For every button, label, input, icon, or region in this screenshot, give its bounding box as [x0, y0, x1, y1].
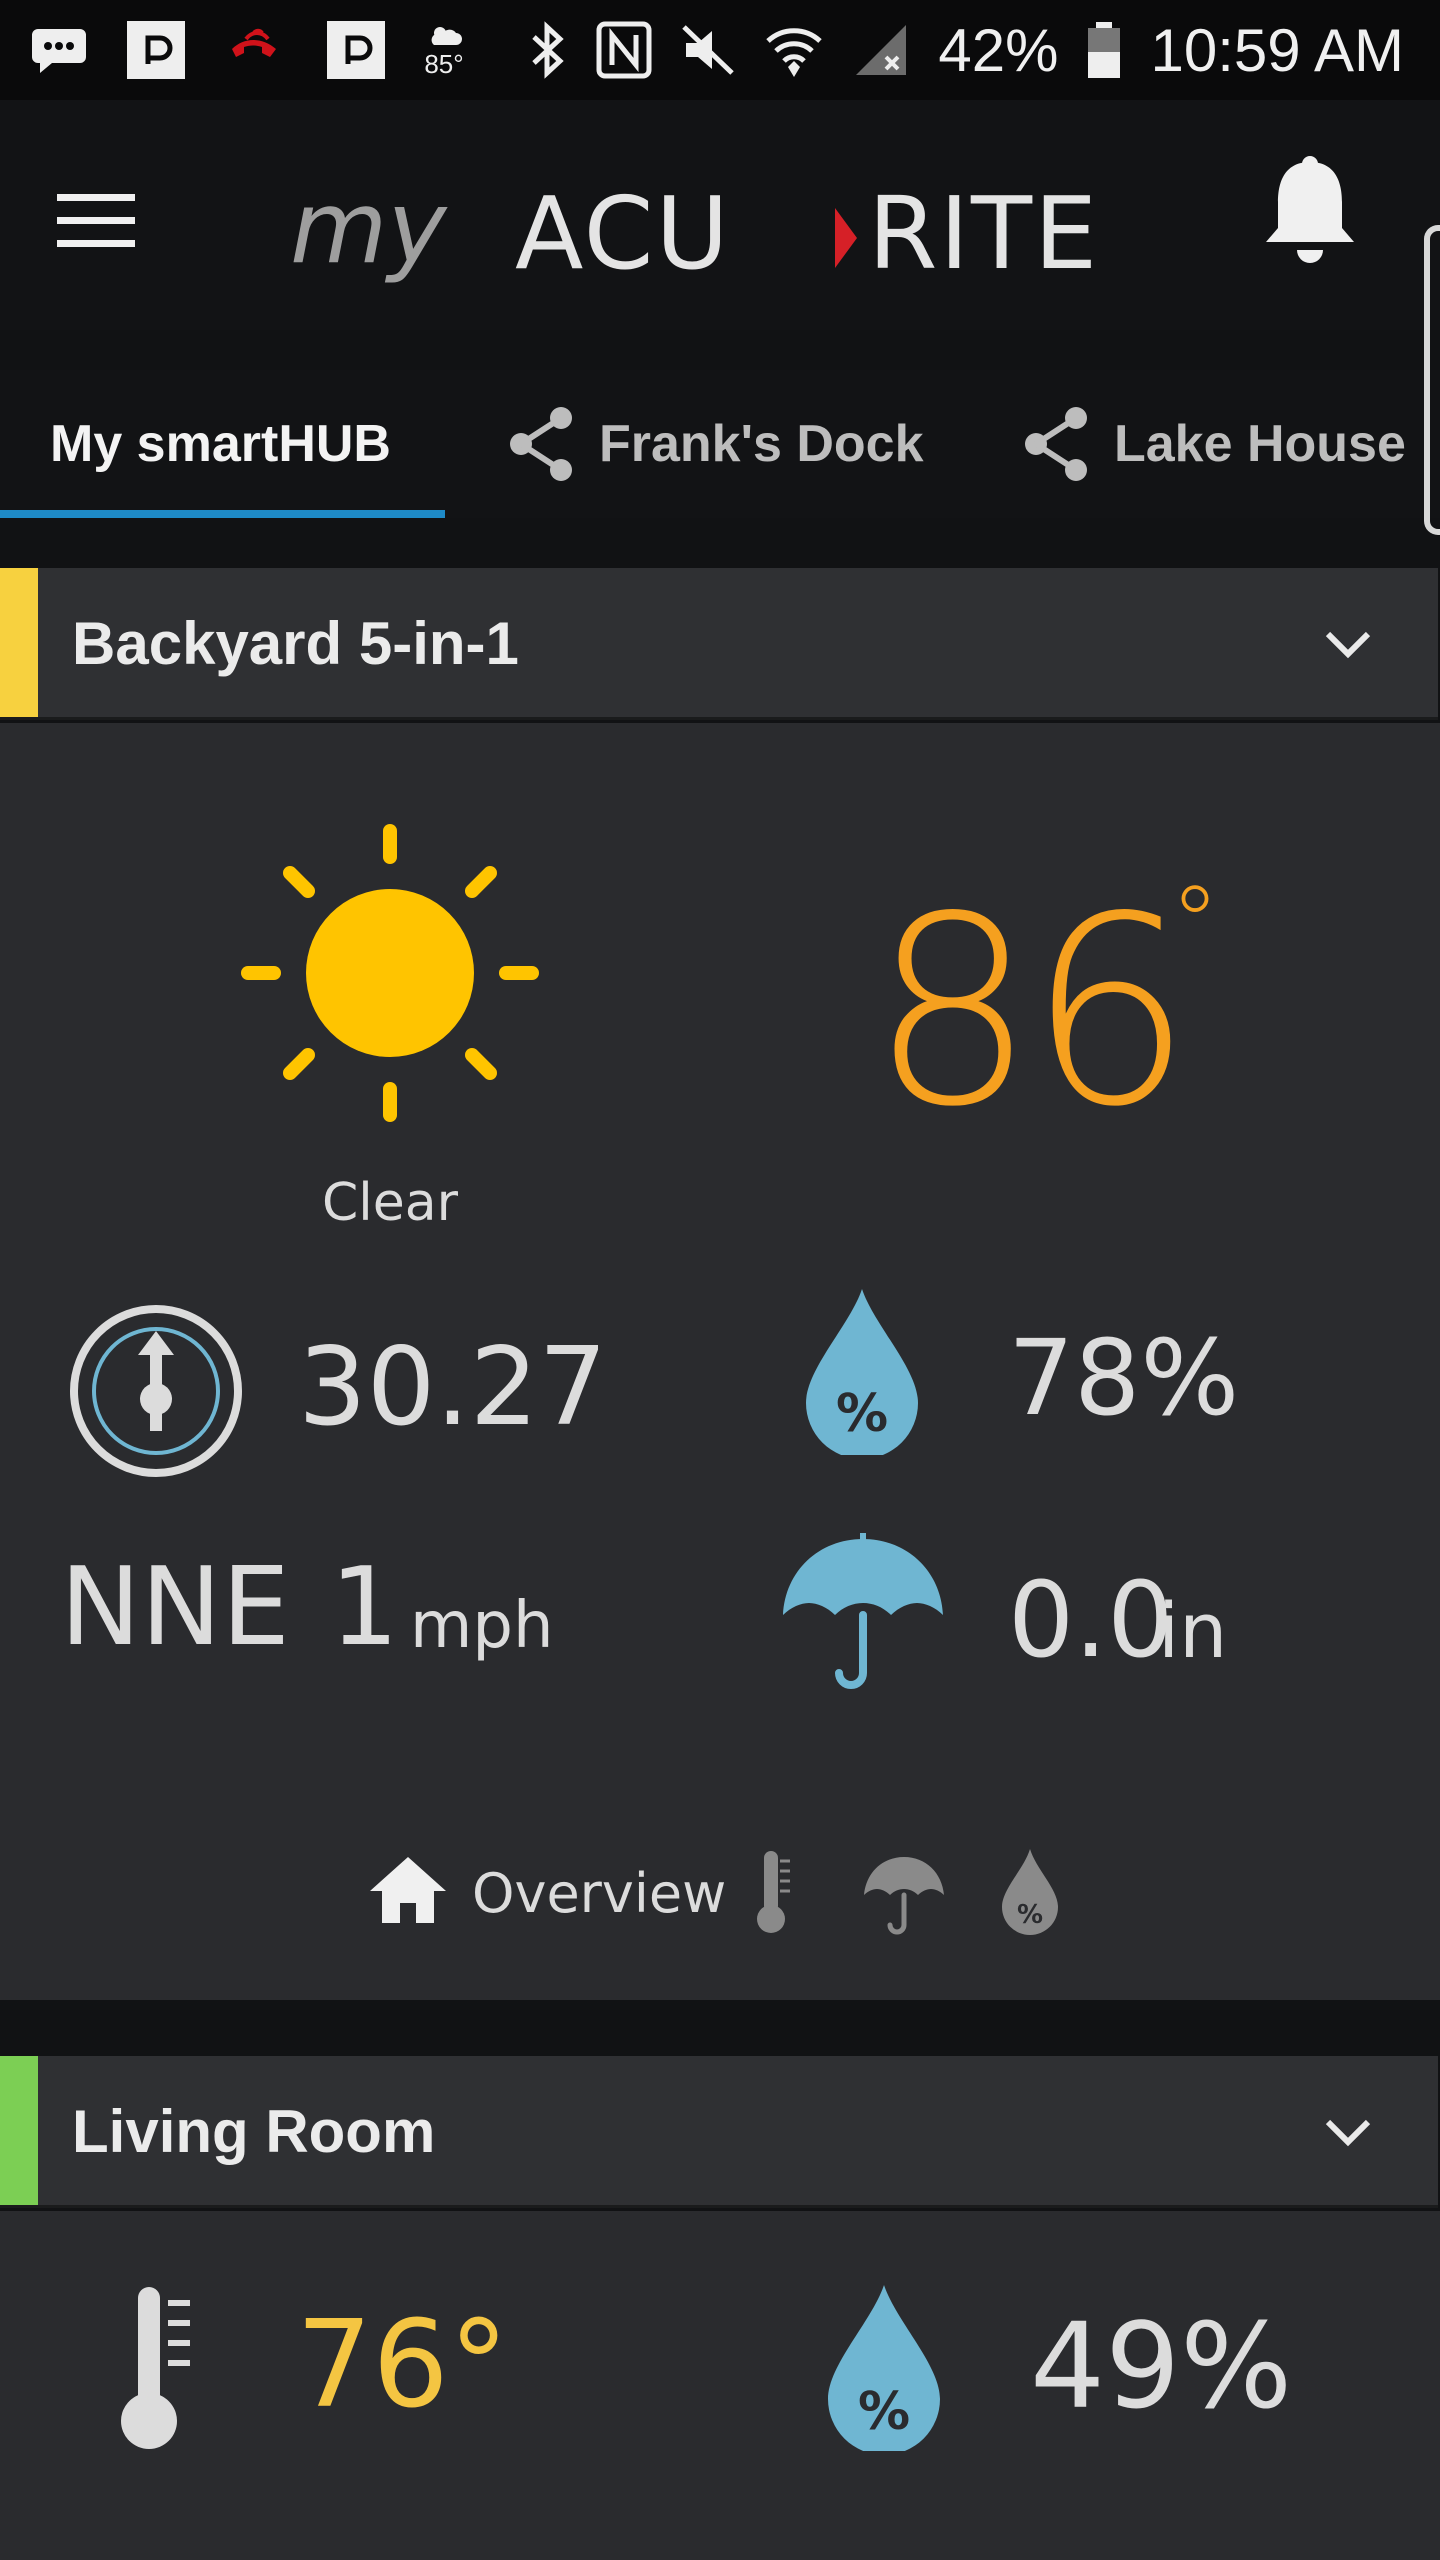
wind-direction: NNE: [60, 1545, 290, 1670]
drawer-edge-handle[interactable]: [1424, 225, 1440, 535]
umbrella-icon: [783, 1533, 943, 1689]
tab-franks-dock[interactable]: Frank's Dock: [445, 370, 960, 518]
thermometer-icon[interactable]: [756, 1847, 792, 1937]
tab-label: My smartHUB: [50, 415, 391, 473]
signal-icon: [852, 21, 910, 79]
card-accent-strip: [0, 2056, 38, 2205]
card-body-living-room: 76° % 49%: [0, 2211, 1440, 2560]
indoor-humidity: 49%: [1030, 2297, 1293, 2435]
card-body-backyard: Clear 86 ° 30.27 % 78% NNE 1 mph 0.0 in …: [0, 723, 1440, 2000]
wind-unit: mph: [410, 1589, 554, 1663]
menu-button[interactable]: [50, 175, 142, 267]
logo-arrow: [835, 208, 857, 268]
condition-label: Clear: [322, 1173, 458, 1233]
overview-tab-label[interactable]: Overview: [472, 1859, 726, 1929]
logo-rite: RITE: [868, 175, 1099, 290]
card-header-living-room[interactable]: Living Room: [0, 2056, 1438, 2208]
wind-speed: 1: [330, 1545, 399, 1670]
svg-text:%: %: [858, 2382, 910, 2442]
humidity-icon: %: [806, 1289, 918, 1455]
app-bar: my ACU RITE: [0, 100, 1440, 330]
rain-unit: in: [1158, 1586, 1228, 1675]
chat-icon: [30, 25, 88, 75]
status-bar: 85° 42% 10:59 AM: [0, 0, 1440, 100]
chevron-down-icon[interactable]: [1320, 2104, 1376, 2160]
nfc-icon: [596, 21, 652, 79]
tab-my-smarthub[interactable]: My smartHUB: [0, 370, 445, 518]
notifications-button[interactable]: [1255, 152, 1365, 272]
rain-value: 0.0: [1008, 1559, 1174, 1681]
menu-icon: [57, 194, 135, 247]
missed-call-icon: [224, 19, 288, 81]
pocket-icon: [126, 20, 186, 80]
chevron-down-icon[interactable]: [1320, 616, 1376, 672]
humidity-value: 78%: [1008, 1317, 1240, 1439]
bell-icon: [1266, 156, 1354, 263]
active-tab-indicator: [0, 510, 445, 518]
card-title: Backyard 5-in-1: [72, 610, 519, 677]
svg-text:%: %: [1017, 1900, 1043, 1930]
sun-icon: [241, 824, 539, 1122]
indoor-temperature: 76°: [296, 2296, 509, 2435]
logo-my: my: [290, 170, 448, 286]
wifi-icon: [764, 19, 824, 81]
station-tabs: My smartHUB Frank's Dock Lake House: [0, 370, 1440, 518]
share-icon: [505, 404, 581, 484]
temperature-unit: °: [1170, 864, 1220, 981]
humidity-icon[interactable]: %: [1000, 1847, 1060, 1937]
tab-lake-house[interactable]: Lake House: [960, 370, 1430, 518]
svg-text:%: %: [836, 1384, 888, 1444]
humidity-icon: %: [828, 2285, 940, 2451]
mute-icon: [680, 21, 736, 79]
clock: 10:59 AM: [1150, 16, 1404, 84]
logo-acu: ACU: [515, 175, 731, 290]
pocket-icon: [326, 20, 386, 80]
weather-icon: 85°: [424, 21, 464, 79]
tab-label: Lake House: [1114, 415, 1406, 473]
card-accent-strip: [0, 568, 38, 717]
weather-temp: 85°: [424, 49, 464, 79]
umbrella-icon[interactable]: [862, 1853, 946, 1937]
card-title: Living Room: [72, 2098, 436, 2165]
barometer-icon: [70, 1305, 242, 1477]
battery-icon: [1086, 20, 1122, 80]
pressure-value: 30.27: [298, 1325, 608, 1450]
home-icon[interactable]: [368, 1855, 448, 1925]
app-logo: my ACU RITE: [290, 169, 1190, 292]
battery-percent: 42%: [938, 16, 1059, 84]
card-header-backyard[interactable]: Backyard 5-in-1: [0, 568, 1438, 720]
outdoor-temperature: 86: [870, 862, 1193, 1164]
bluetooth-icon: [528, 21, 568, 79]
share-icon: [1020, 404, 1096, 484]
tab-label: Frank's Dock: [599, 415, 924, 473]
thermometer-icon: [121, 2287, 190, 2449]
